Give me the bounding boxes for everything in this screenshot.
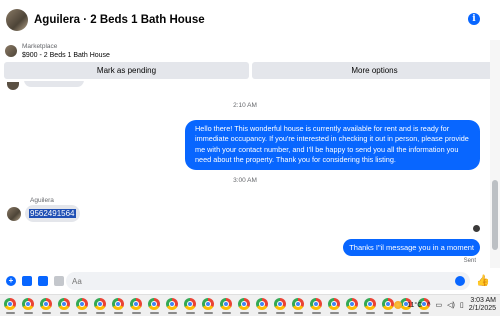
listing-meta: Marketplace $900 - 2 Beds 1 Bath House: [22, 42, 110, 60]
clock-date: 2/1/2025: [468, 305, 496, 312]
listing-bar[interactable]: Marketplace $900 - 2 Beds 1 Bath House: [0, 40, 490, 62]
chrome-icon[interactable]: [274, 298, 287, 314]
chrome-icon[interactable]: [184, 298, 197, 314]
chrome-icon[interactable]: [364, 298, 377, 314]
chrome-icon[interactable]: [220, 298, 233, 314]
thread-scrollbar[interactable]: [490, 40, 500, 268]
taskbar: 11°C ^ ▭ ◁) ▯ 3:03 AM 2/1/2025: [0, 294, 500, 316]
scrollbar-thumb[interactable]: [492, 180, 498, 250]
avatar: [7, 82, 19, 90]
listing-price-title: $900 - 2 Beds 1 Bath House: [22, 52, 110, 59]
volume-icon[interactable]: ◁): [447, 301, 455, 309]
chrome-icon[interactable]: [94, 298, 107, 314]
photo-icon[interactable]: [22, 276, 32, 286]
chrome-icon[interactable]: [382, 298, 395, 314]
chrome-icon[interactable]: [292, 298, 305, 314]
chrome-icon[interactable]: [238, 298, 251, 314]
sender-avatar[interactable]: [7, 207, 21, 221]
message-thread[interactable]: 2:10 AM Hello there! This wonderful hous…: [0, 81, 490, 268]
chrome-icon[interactable]: [346, 298, 359, 314]
chrome-icon[interactable]: [256, 298, 269, 314]
chrome-icon[interactable]: [22, 298, 35, 314]
chrome-icon[interactable]: [130, 298, 143, 314]
chrome-icon[interactable]: [328, 298, 341, 314]
mark-as-pending-button[interactable]: Mark as pending: [4, 62, 249, 79]
message-composer: + 👍: [0, 270, 500, 292]
sent-status: Sent: [463, 258, 476, 264]
weather-icon[interactable]: [394, 301, 403, 309]
system-tray: 11°C ^ ▭ ◁) ▯ 3:03 AM 2/1/2025: [394, 297, 496, 313]
seen-avatar: [473, 225, 480, 232]
temperature[interactable]: 11°C: [407, 302, 422, 309]
listing-actions: Mark as pending More options: [4, 62, 497, 79]
gif-icon[interactable]: [54, 276, 64, 286]
avatar[interactable]: [6, 9, 28, 31]
clock[interactable]: 3:03 AM 2/1/2025: [469, 297, 496, 313]
chrome-icon[interactable]: [40, 298, 53, 314]
battery-icon[interactable]: ▯: [460, 301, 464, 309]
chevron-up-icon[interactable]: ^: [427, 302, 430, 309]
marketplace-label: Marketplace: [22, 43, 58, 50]
info-icon[interactable]: i: [468, 13, 480, 25]
chrome-icon[interactable]: [202, 298, 215, 314]
more-options-button[interactable]: More options: [252, 62, 497, 79]
sticker-icon[interactable]: [38, 276, 48, 286]
outgoing-message-bubble[interactable]: Hello there! This wonderful house is cur…: [185, 120, 480, 170]
network-icon[interactable]: ▭: [436, 301, 443, 309]
outgoing-message-bubble[interactable]: Thanks I"il message you in a moment: [343, 239, 480, 256]
listing-thumbnail: [5, 45, 17, 57]
chrome-icon[interactable]: [112, 298, 125, 314]
emoji-icon[interactable]: [455, 276, 465, 286]
incoming-message-bubble: [24, 81, 84, 87]
plus-icon[interactable]: +: [6, 276, 16, 286]
phone-number-text[interactable]: 9562491564: [29, 209, 76, 218]
clock-time: 3:03 AM: [470, 297, 496, 304]
chrome-icon[interactable]: [166, 298, 179, 314]
chrome-icon[interactable]: [310, 298, 323, 314]
chrome-icon[interactable]: [76, 298, 89, 314]
chrome-icon[interactable]: [58, 298, 71, 314]
message-input[interactable]: [66, 272, 470, 290]
chrome-icon[interactable]: [4, 298, 17, 314]
conversation-header: Aguilera · 2 Beds 1 Bath House i: [0, 0, 490, 40]
incoming-message-bubble[interactable]: 9562491564: [25, 205, 80, 222]
taskbar-apps: [4, 298, 431, 314]
like-icon[interactable]: 👍: [476, 274, 490, 287]
timestamp: 2:10 AM: [233, 102, 257, 109]
sender-name: Aguilera: [30, 197, 54, 204]
conversation-title[interactable]: Aguilera · 2 Beds 1 Bath House: [34, 14, 205, 26]
chrome-icon[interactable]: [148, 298, 161, 314]
timestamp: 3:00 AM: [233, 177, 257, 184]
